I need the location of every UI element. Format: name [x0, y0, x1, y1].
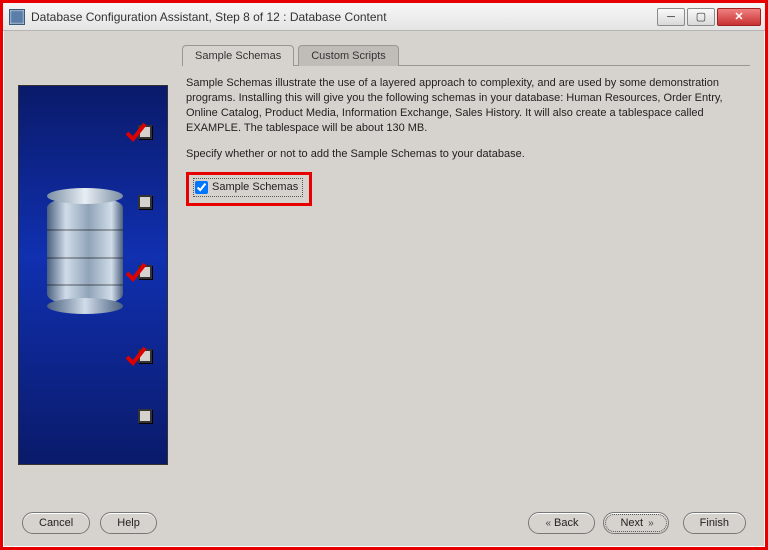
maximize-button[interactable]: ▢	[687, 8, 715, 26]
chevron-left-icon: «	[545, 518, 549, 529]
sample-schemas-checkbox[interactable]	[195, 181, 208, 194]
highlight-annotation: Sample Schemas	[186, 172, 312, 206]
main-panel: Sample Schemas Custom Scripts Sample Sch…	[182, 45, 750, 486]
sample-schemas-checkbox-wrap[interactable]: Sample Schemas	[193, 178, 303, 197]
checkmark-icon	[123, 260, 147, 284]
step-marker	[135, 122, 155, 142]
next-button[interactable]: Next»	[603, 512, 668, 534]
button-bar: Cancel Help «Back Next» Finish	[4, 500, 764, 546]
tab-sample-schemas[interactable]: Sample Schemas	[182, 45, 294, 66]
database-cylinder-icon	[47, 196, 123, 306]
close-button[interactable]: ✕	[717, 8, 761, 26]
instruction-text: Specify whether or not to add the Sample…	[186, 147, 746, 162]
window-title: Database Configuration Assistant, Step 8…	[31, 10, 657, 24]
help-button[interactable]: Help	[100, 512, 157, 534]
app-icon	[9, 9, 25, 25]
step-marker	[135, 192, 155, 212]
sample-schemas-label: Sample Schemas	[212, 180, 298, 195]
finish-button[interactable]: Finish	[683, 512, 746, 534]
tab-strip: Sample Schemas Custom Scripts	[182, 45, 750, 66]
minimize-button[interactable]: ─	[657, 8, 685, 26]
checkmark-icon	[123, 120, 147, 144]
step-marker	[135, 406, 155, 426]
checkmark-icon	[123, 344, 147, 368]
step-marker	[135, 262, 155, 282]
sidebar-graphic	[18, 85, 168, 465]
tab-custom-scripts[interactable]: Custom Scripts	[298, 45, 399, 66]
wizard-sidebar	[18, 45, 168, 486]
back-button[interactable]: «Back	[528, 512, 595, 534]
chevron-right-icon: »	[648, 518, 652, 529]
cancel-button[interactable]: Cancel	[22, 512, 90, 534]
description-text: Sample Schemas illustrate the use of a l…	[186, 76, 746, 135]
step-marker	[135, 346, 155, 366]
titlebar: Database Configuration Assistant, Step 8…	[3, 3, 765, 31]
